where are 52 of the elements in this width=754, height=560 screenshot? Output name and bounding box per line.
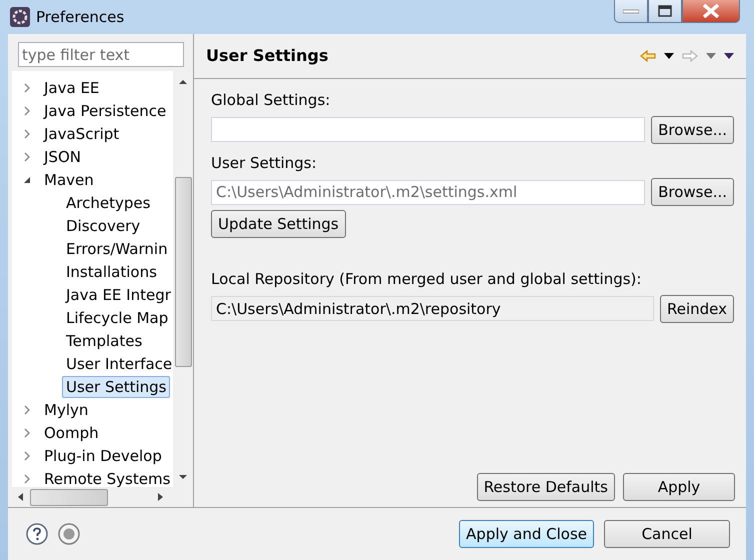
scroll-left-arrow-icon[interactable] [16,492,24,502]
tree-item[interactable]: Maven [40,168,98,190]
cancel-button[interactable]: Cancel [604,520,730,548]
browse-button[interactable]: Browse... [651,178,734,206]
page-title: User Settings [206,45,328,67]
local-repository-label: Local Repository (From merged user and global settings): [211,269,642,290]
close-icon [702,4,720,18]
global-settings-field[interactable] [211,117,646,142]
tree-item[interactable]: Archetypes [62,192,154,214]
tree-item[interactable]: JavaScript [40,122,124,144]
back-arrow-icon[interactable] [640,50,656,62]
restore-defaults-button[interactable]: Restore Defaults [476,473,615,501]
tree-item[interactable]: Oomph [40,422,103,444]
tree-item[interactable]: Discovery [62,214,144,236]
help-icon[interactable] [26,523,48,545]
scroll-right-arrow-icon[interactable] [157,492,165,502]
browse-button[interactable]: Browse... [651,116,734,144]
tree-item[interactable]: Remote Systems [40,468,173,487]
tree-item[interactable]: Errors/Warnin [62,238,172,260]
tree-item[interactable]: User Interface [62,352,173,374]
collapse-arrow-icon[interactable] [22,174,32,184]
tree-item[interactable]: Installations [62,260,161,282]
maximize-button[interactable] [648,0,682,23]
tree-item[interactable]: Mylyn [40,398,92,420]
tree-item[interactable]: User Settings [62,376,170,398]
update-settings-button[interactable]: Update Settings [211,210,346,238]
close-button[interactable] [682,0,740,23]
tree-item[interactable]: Java Persistence [40,100,170,122]
tree-item[interactable]: Plug-in Develop [40,444,166,466]
reindex-button[interactable]: Reindex [660,294,734,322]
tree-item[interactable]: Java EE [40,76,104,98]
global-settings-label: Global Settings: [211,90,332,111]
filter-field[interactable]: type filter text [18,42,184,67]
view-menu-icon[interactable] [724,53,734,59]
forward-arrow-icon[interactable] [682,50,698,62]
tree-item[interactable]: Lifecycle Map [62,306,172,328]
user-settings-label: User Settings: [211,152,318,174]
user-settings-field[interactable]: C:\Users\Administrator\.m2\settings.xml [211,180,646,204]
tree-item[interactable]: Java EE Integr [62,284,173,306]
window-title: Preferences [36,6,124,28]
apply-and-close-button[interactable]: Apply and Close [459,520,594,548]
local-repository-field[interactable]: C:\Users\Administrator\.m2\repository [211,296,654,321]
dropdown-icon[interactable] [664,53,674,59]
app-icon [10,7,30,27]
horizontal-scrollbar[interactable] [12,487,193,507]
maximize-icon [658,5,672,17]
apply-button[interactable]: Apply [623,473,735,501]
tree-item[interactable]: Templates [62,330,146,352]
tree-item[interactable]: JSON [40,146,85,168]
record-icon[interactable] [58,523,80,545]
minimize-button[interactable] [614,0,648,23]
minimize-icon [623,8,639,14]
